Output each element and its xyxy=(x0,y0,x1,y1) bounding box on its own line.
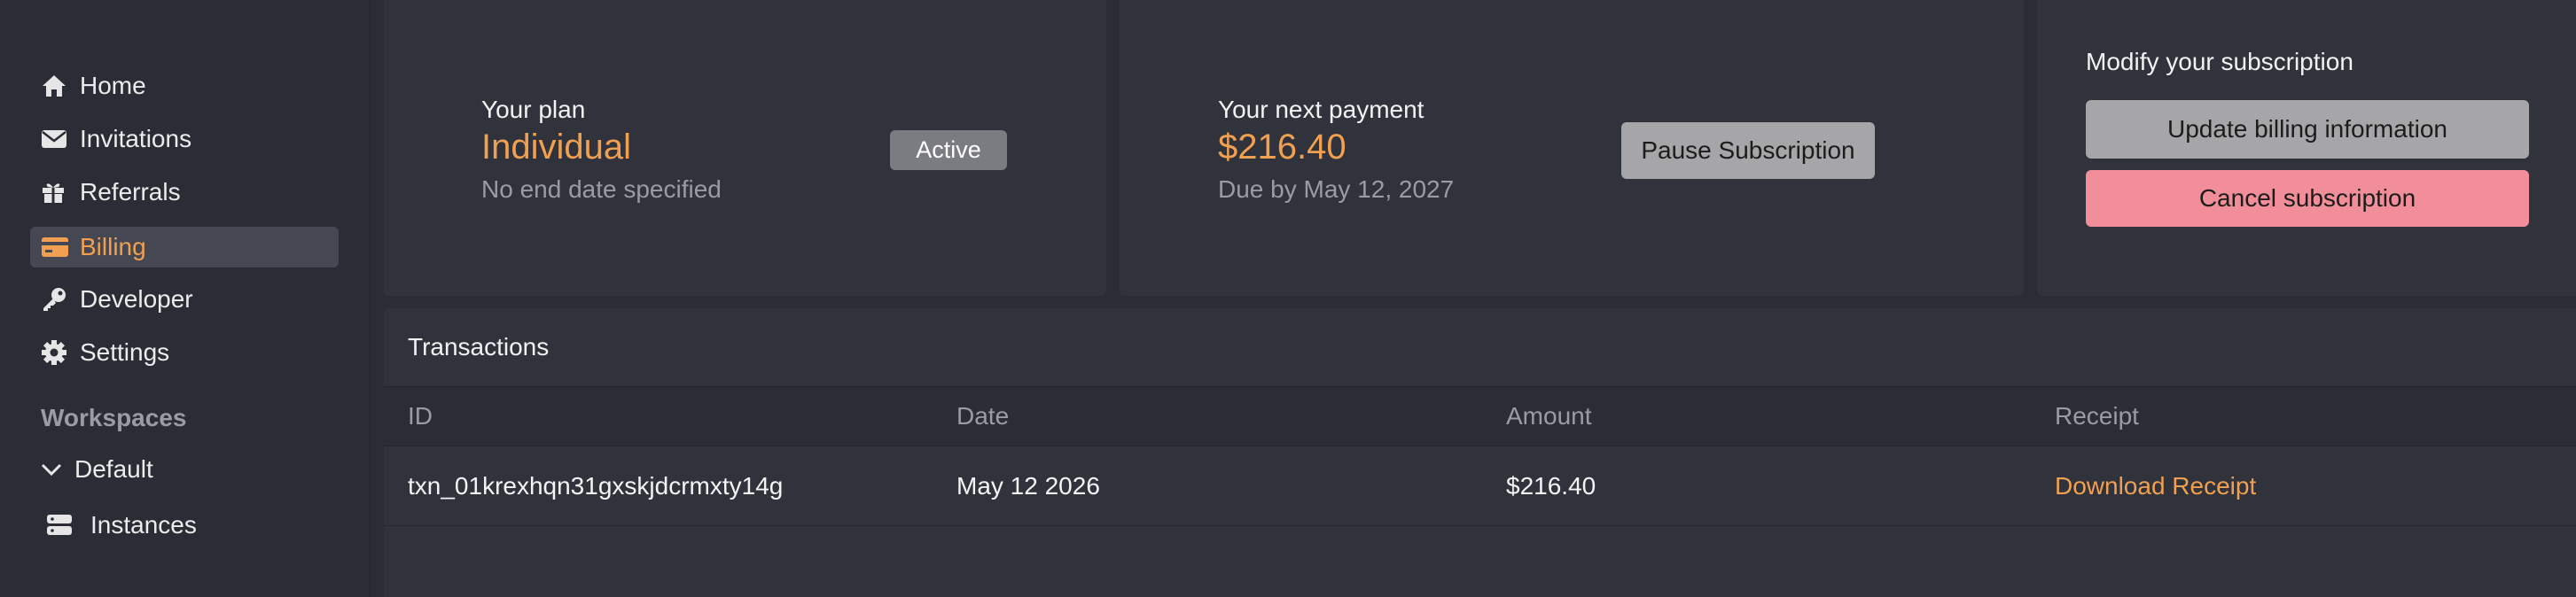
sidebar-item-label: Billing xyxy=(80,233,146,260)
workspace-default[interactable]: Default xyxy=(41,454,153,485)
workspace-instances-label: Instances xyxy=(90,511,197,539)
transaction-id: txn_01krexhqn31gxskjdcrmxty14g xyxy=(408,471,784,500)
status-badge: Active xyxy=(890,130,1007,170)
modify-subscription-label: Modify your subscription xyxy=(2086,48,2354,75)
table-row: txn_01krexhqn31gxskjdcrmxty14g May 12 20… xyxy=(384,446,2576,526)
credit-card-icon xyxy=(41,234,71,260)
plan-card: Your plan Individual No end date specifi… xyxy=(384,0,1106,296)
download-receipt-link[interactable]: Download Receipt xyxy=(2055,446,2256,525)
column-header-id: ID xyxy=(408,402,433,430)
transaction-amount: $216.40 xyxy=(1506,471,1596,500)
gift-icon xyxy=(41,179,71,205)
chevron-down-icon xyxy=(41,462,66,477)
workspace-default-label: Default xyxy=(74,455,153,483)
sidebar-item-label: Invitations xyxy=(80,125,192,152)
plan-end-date: No end date specified xyxy=(481,175,722,203)
home-icon xyxy=(41,73,71,99)
transactions-panel: Transactions ID Date Amount Receipt txn_… xyxy=(384,308,2576,597)
modify-subscription-card: Modify your subscription Update billing … xyxy=(2037,0,2576,296)
table-header: ID Date Amount Receipt xyxy=(384,386,2576,446)
sidebar-item-developer[interactable]: Developer xyxy=(30,279,339,320)
server-icon xyxy=(46,513,78,538)
sidebar-item-referrals[interactable]: Referrals xyxy=(30,172,339,213)
sidebar-item-settings[interactable]: Settings xyxy=(30,332,339,373)
sidebar-item-label: Referrals xyxy=(80,178,181,205)
sidebar-item-invitations[interactable]: Invitations xyxy=(30,119,339,159)
pause-subscription-button[interactable]: Pause Subscription xyxy=(1621,122,1875,179)
transaction-date: May 12 2026 xyxy=(956,471,1100,500)
sidebar-item-label: Home xyxy=(80,72,146,99)
sidebar-item-label: Settings xyxy=(80,338,170,366)
sidebar-item-billing[interactable]: Billing xyxy=(30,227,339,267)
column-header-date: Date xyxy=(956,402,1010,430)
sidebar: Home Invitations Referrals Billing Devel… xyxy=(0,0,371,597)
plan-label: Your plan xyxy=(481,96,586,123)
payment-card: Your next payment $216.40 Due by May 12,… xyxy=(1120,0,2024,296)
sidebar-item-label: Developer xyxy=(80,285,193,313)
transactions-title: Transactions xyxy=(408,333,550,361)
cancel-subscription-button[interactable]: Cancel subscription xyxy=(2086,170,2529,227)
workspaces-heading: Workspaces xyxy=(41,404,187,431)
update-billing-button[interactable]: Update billing information xyxy=(2086,100,2529,159)
envelope-icon xyxy=(41,126,71,152)
plan-name: Individual xyxy=(481,128,632,167)
sidebar-item-home[interactable]: Home xyxy=(30,66,339,106)
key-icon xyxy=(41,286,71,313)
column-header-receipt: Receipt xyxy=(2055,402,2139,430)
next-payment-amount: $216.40 xyxy=(1218,128,1347,167)
next-payment-due: Due by May 12, 2027 xyxy=(1218,175,1455,203)
column-header-amount: Amount xyxy=(1506,402,1592,430)
workspace-instances[interactable]: Instances xyxy=(46,508,197,543)
gear-icon xyxy=(41,339,71,366)
next-payment-label: Your next payment xyxy=(1218,96,1425,123)
